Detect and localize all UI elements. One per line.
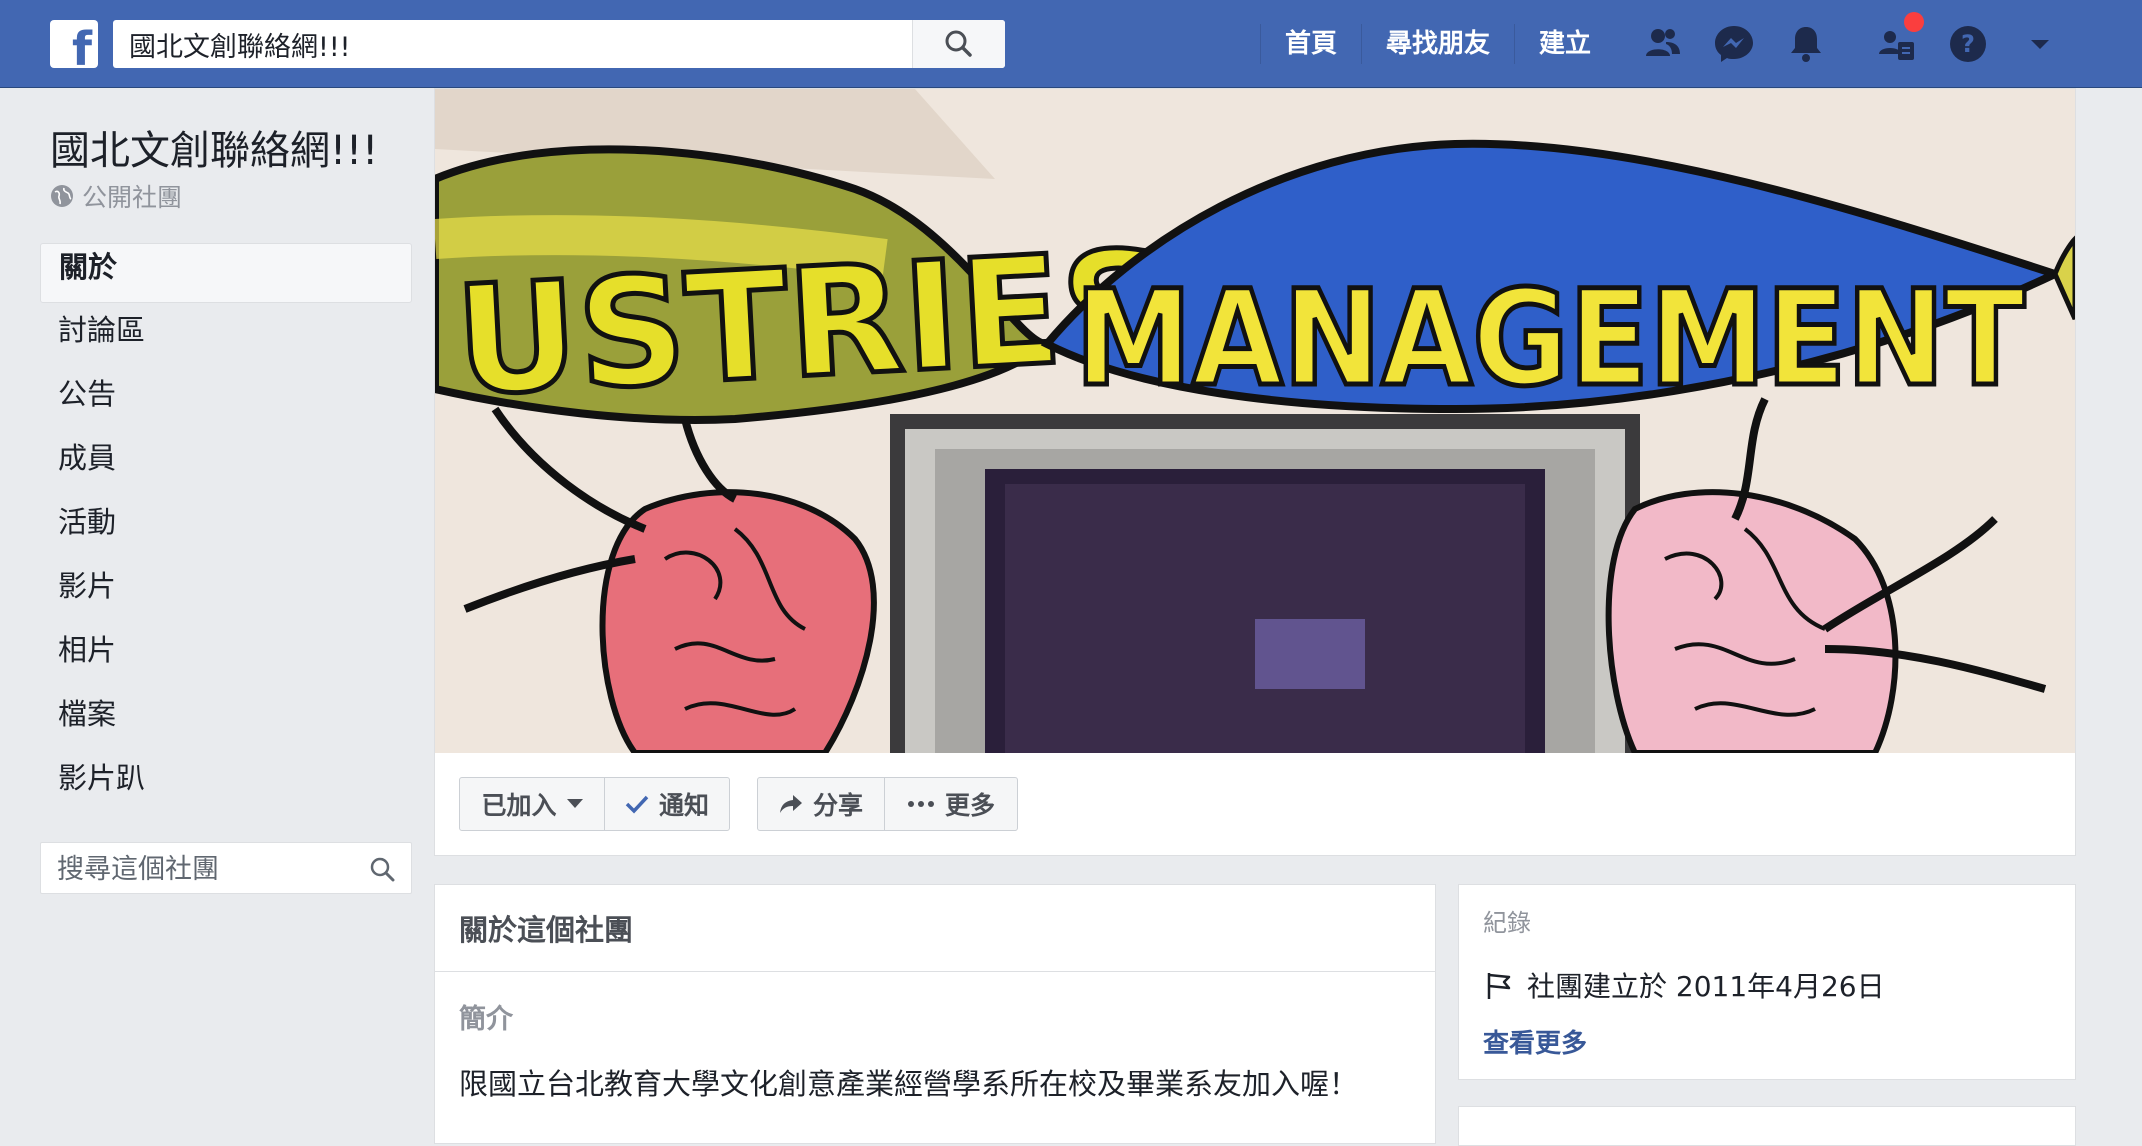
divider [435, 971, 1435, 972]
svg-text:?: ? [1961, 30, 1975, 58]
search-icon[interactable] [369, 856, 395, 882]
more-label: 更多 [944, 791, 995, 820]
checkmark-icon [625, 795, 649, 814]
flag-icon [1487, 973, 1511, 999]
sidebar-item-photos[interactable]: 相片 [40, 627, 412, 687]
caret-down-icon [566, 799, 583, 808]
group-created-info: 社團建立於 2011年4月26日 [1483, 965, 1885, 1005]
group-sidebar-nav: 關於 討論區 公告 成員 活動 影片 相片 檔案 影片趴 [40, 243, 412, 819]
group-header-card: USTRIES MANAGEMENT 已加入 通知 分享 更多 [434, 88, 2076, 856]
group-name-title[interactable]: 國北文創聯絡網!!! [50, 118, 378, 176]
more-options-button[interactable]: 更多 [884, 777, 1018, 831]
search-icon [945, 30, 972, 57]
intro-label: 簡介 [459, 1004, 513, 1035]
history-card-title: 紀錄 [1483, 909, 1531, 937]
share-button[interactable]: 分享 [757, 777, 885, 831]
sidebar-item-files[interactable]: 檔案 [40, 691, 412, 751]
notifications-bell-icon[interactable] [1782, 20, 1830, 68]
global-search-box [113, 20, 1005, 68]
nav-find-friends-link[interactable]: 尋找朋友 [1361, 24, 1514, 64]
search-button[interactable] [912, 20, 1005, 68]
sidebar-item-watch-party[interactable]: 影片趴 [40, 755, 412, 815]
help-icon[interactable]: ? [1944, 20, 1992, 68]
joined-dropdown-button[interactable]: 已加入 [459, 777, 605, 831]
about-card-title: 關於這個社團 [459, 913, 634, 947]
group-search-box [40, 842, 412, 895]
notification-badge [1904, 12, 1924, 32]
facebook-logo-icon[interactable]: f [50, 20, 98, 72]
svg-text:MANAGEMENT: MANAGEMENT [1075, 262, 2025, 416]
sidebar-item-videos[interactable]: 影片 [40, 563, 412, 623]
group-privacy: 公開社團 [50, 178, 182, 214]
sidebar-item-events[interactable]: 活動 [40, 499, 412, 559]
notifications-button[interactable]: 通知 [604, 777, 730, 831]
sidebar-item-members[interactable]: 成員 [40, 435, 412, 495]
account-menu-chevron-down-icon[interactable] [2016, 20, 2064, 68]
cover-mural-illustration: USTRIES MANAGEMENT [435, 89, 2075, 753]
next-sidebar-card [1458, 1106, 2076, 1146]
group-search-input[interactable] [41, 843, 359, 895]
share-arrow-icon [779, 795, 802, 813]
intro-description: 限國立台北教育大學文化創意產業經營學系所在校及畢業系友加入喔！ [459, 1067, 1359, 1101]
top-nav-links: 首頁 尋找朋友 建立 [1260, 0, 1615, 88]
sidebar-item-about[interactable]: 關於 [40, 243, 412, 303]
globe-icon [51, 185, 73, 207]
privacy-label: 公開社團 [82, 183, 183, 212]
sidebar-item-announcements[interactable]: 公告 [40, 371, 412, 431]
more-dots-icon [907, 801, 934, 807]
nav-create-link[interactable]: 建立 [1514, 24, 1615, 64]
see-more-link[interactable]: 查看更多 [1483, 1023, 1587, 1060]
about-group-card: 關於這個社團 簡介 限國立台北教育大學文化創意產業經營學系所在校及畢業系友加入喔… [434, 884, 1436, 1144]
cover-photo[interactable]: USTRIES MANAGEMENT [435, 89, 2075, 753]
joined-label: 已加入 [481, 791, 557, 820]
messenger-icon[interactable] [1710, 20, 1758, 68]
group-created-date: 社團建立於 2011年4月26日 [1527, 970, 1885, 1003]
share-label: 分享 [812, 791, 863, 820]
friend-requests-icon[interactable] [1638, 20, 1686, 68]
sidebar-item-discussion[interactable]: 討論區 [40, 307, 412, 367]
global-search-input[interactable] [113, 20, 913, 68]
nav-home-link[interactable]: 首頁 [1260, 24, 1361, 64]
group-history-card: 紀錄 社團建立於 2011年4月26日 查看更多 [1458, 884, 2076, 1080]
top-navigation-bar: f 首頁 尋找朋友 建立 ? [0, 0, 2142, 88]
notifications-label: 通知 [658, 791, 709, 820]
